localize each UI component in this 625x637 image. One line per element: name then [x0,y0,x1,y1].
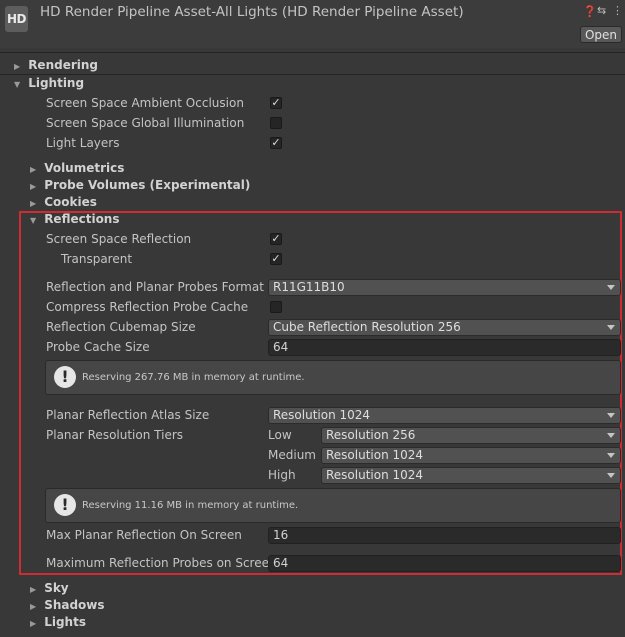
dropdown-value: Resolution 1024 [273,408,371,422]
foldout-volumetrics[interactable]: ▶ Volumetrics [30,161,124,175]
collapsed-arrow-icon: ▶ [30,585,37,594]
foldout-lights[interactable]: ▶ Lights [30,615,86,629]
foldout-label: Cookies [44,195,97,209]
cubemap-size-dropdown[interactable]: Cube Reflection Resolution 256 [268,319,621,336]
expanded-arrow-icon: ▼ [14,80,21,89]
hd-asset-icon: HD [5,6,28,32]
asset-title: HD Render Pipeline Asset-All Lights (HD … [40,4,464,20]
cubemap-size-label: Reflection Cubemap Size [46,320,196,334]
foldout-label: Shadows [44,598,105,612]
foldout-reflections[interactable]: ▼ Reflections [30,212,120,226]
dropdown-value: Resolution 1024 [326,468,424,482]
chevron-down-icon [607,285,615,290]
max-planar-label: Max Planar Reflection On Screen [46,528,242,542]
probes-format-dropdown[interactable]: R11G11B10 [268,279,621,296]
header-divider [0,52,625,53]
planar-help-box: ! Reserving 11.16 MB in memory at runtim… [45,488,621,523]
foldout-lighting[interactable]: ▼ Lighting [14,76,84,90]
ssao-label: Screen Space Ambient Occlusion [46,96,244,110]
ssao-checkbox[interactable]: ✓ [270,97,282,109]
transparent-label: Transparent [61,252,133,266]
transparent-checkbox[interactable]: ✓ [270,253,282,265]
foldout-cookies[interactable]: ▶ Cookies [30,195,97,209]
collapsed-arrow-icon: ▶ [30,619,37,628]
tier-high-label: High [268,468,296,482]
foldout-label: Sky [44,581,69,595]
warning-icon: ! [54,494,76,516]
chevron-down-icon [607,413,615,418]
dropdown-value: Resolution 256 [326,428,416,442]
section-divider [0,74,625,75]
planar-atlas-size-dropdown[interactable]: Resolution 1024 [268,407,621,424]
tier-low-label: Low [268,428,292,442]
help-icon[interactable]: ❓ [583,6,597,18]
tier-high-dropdown[interactable]: Resolution 1024 [321,467,621,484]
collapsed-arrow-icon: ▶ [30,165,37,174]
more-options-icon[interactable]: ⋮ [612,5,623,17]
ssgi-label: Screen Space Global Illumination [46,116,245,130]
ssgi-checkbox[interactable] [270,117,282,129]
help-message: Reserving 267.76 MB in memory at runtime… [82,372,305,383]
foldout-label: Lighting [28,76,85,90]
probe-cache-size-label: Probe Cache Size [46,340,150,354]
compress-cache-label: Compress Reflection Probe Cache [46,300,249,314]
compress-cache-checkbox[interactable] [270,301,282,313]
collapsed-arrow-icon: ▶ [30,182,37,191]
foldout-probe-volumes[interactable]: ▶ Probe Volumes (Experimental) [30,178,250,192]
probe-cache-size-field[interactable]: 64 [268,339,621,356]
light-layers-checkbox[interactable]: ✓ [270,137,282,149]
collapsed-arrow-icon: ▶ [14,62,21,71]
chevron-down-icon [607,453,615,458]
foldout-label: Rendering [28,58,99,72]
foldout-sky[interactable]: ▶ Sky [30,581,69,595]
dropdown-value: R11G11B10 [273,280,345,294]
dropdown-value: Cube Reflection Resolution 256 [273,320,461,334]
open-button[interactable]: Open [580,26,622,43]
probe-cache-help-box: ! Reserving 267.76 MB in memory at runti… [45,360,621,395]
planar-tiers-label: Planar Resolution Tiers [46,428,184,442]
expanded-arrow-icon: ▼ [30,216,37,225]
foldout-rendering[interactable]: ▶ Rendering [14,58,98,72]
planar-atlas-size-label: Planar Reflection Atlas Size [46,408,210,422]
preset-icon[interactable]: ⇆ [597,5,606,17]
chevron-down-icon [607,325,615,330]
tier-medium-label: Medium [268,448,316,462]
max-planar-field[interactable]: 16 [268,527,621,544]
collapsed-arrow-icon: ▶ [30,199,37,208]
max-probes-field[interactable]: 64 [268,555,621,572]
warning-icon: ! [54,366,76,388]
chevron-down-icon [607,433,615,438]
ssr-checkbox[interactable]: ✓ [270,233,282,245]
dropdown-value: Resolution 1024 [326,448,424,462]
probes-format-label: Reflection and Planar Probes Format [46,280,264,294]
tier-medium-dropdown[interactable]: Resolution 1024 [321,447,621,464]
foldout-label: Probe Volumes (Experimental) [44,178,251,192]
light-layers-label: Light Layers [46,136,120,150]
foldout-shadows[interactable]: ▶ Shadows [30,598,105,612]
collapsed-arrow-icon: ▶ [30,602,37,611]
ssr-label: Screen Space Reflection [46,232,192,246]
foldout-label: Reflections [44,212,120,226]
foldout-label: Lights [44,615,86,629]
chevron-down-icon [607,473,615,478]
tier-low-dropdown[interactable]: Resolution 256 [321,427,621,444]
help-message: Reserving 11.16 MB in memory at runtime. [82,500,299,511]
foldout-label: Volumetrics [44,161,125,175]
max-probes-label: Maximum Reflection Probes on Screen [46,556,277,570]
